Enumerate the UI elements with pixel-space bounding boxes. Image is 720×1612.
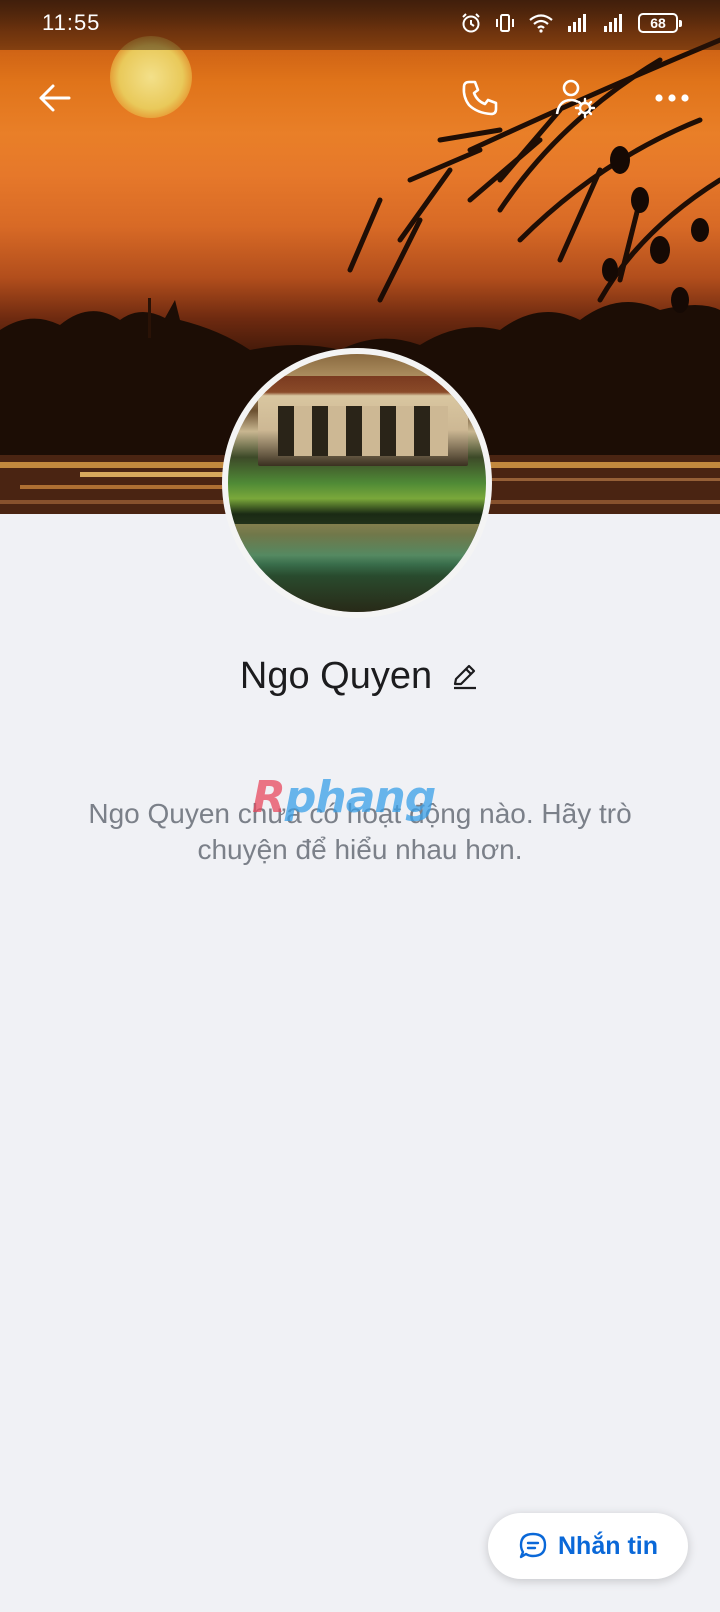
wifi-icon: [528, 12, 554, 34]
profile-settings-button[interactable]: [545, 68, 605, 128]
status-icons: 68: [460, 12, 682, 34]
more-options-button[interactable]: [642, 68, 702, 128]
edit-name-button[interactable]: [448, 660, 480, 692]
pencil-icon: [454, 664, 477, 690]
back-arrow-icon: [39, 84, 71, 112]
battery-level: 68: [650, 15, 666, 31]
profile-name: Ngo Quyen: [239, 654, 433, 697]
user-settings-icon: [555, 79, 596, 119]
send-message-label: Nhắn tin: [558, 1531, 658, 1560]
vibrate-icon: [494, 12, 516, 34]
battery-icon: 68: [638, 13, 682, 33]
avatar[interactable]: [222, 348, 492, 618]
alarm-icon: [460, 12, 482, 34]
signal-icon: [602, 12, 626, 34]
empty-activity-message: Ngo Quyen chưa có hoạt động nào. Hãy trò…: [88, 798, 632, 865]
status-bar: 11:55 68: [0, 0, 720, 46]
signal-icon: [566, 12, 590, 34]
avatar-house: [258, 376, 468, 466]
send-message-button[interactable]: Nhắn tin: [488, 1513, 688, 1579]
status-time: 11:55: [42, 10, 101, 35]
chat-bubble-icon: [519, 1532, 547, 1559]
phone-icon: [462, 80, 498, 116]
more-dots-icon: [655, 94, 689, 102]
back-button[interactable]: [25, 68, 85, 128]
profile-name-row: Ngo Quyen: [0, 650, 720, 702]
avatar-reflection: [228, 524, 486, 612]
top-action-bar: [0, 68, 720, 132]
call-button[interactable]: [450, 68, 510, 128]
